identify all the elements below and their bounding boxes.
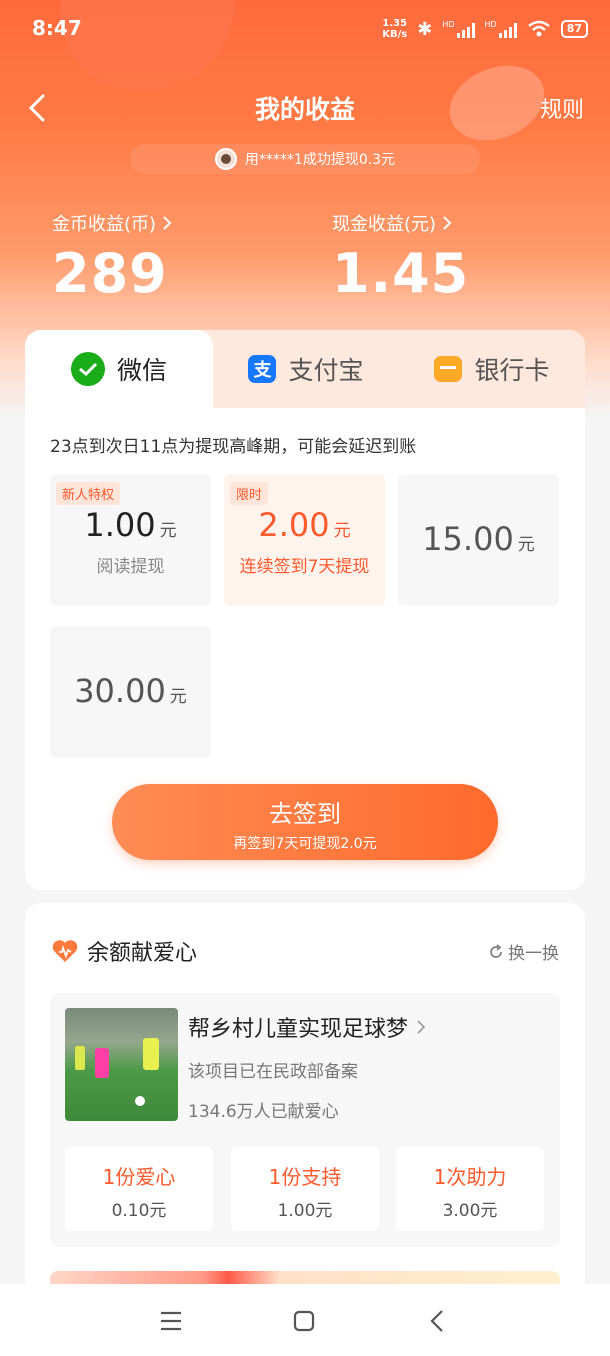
donate-option-3[interactable]: 1次助力 3.00元 [396,1147,544,1231]
header: 我的收益 规则 [0,88,610,128]
charity-title: 余额献爱心 [87,941,198,966]
chevron-right-icon [163,216,172,230]
status-bar: 8:47 1.35 KB/s ✱ HD HD 87 [30,14,588,46]
limited-badge: 限时 [230,482,269,505]
alipay-icon: 支 [248,355,277,383]
amount-option-2[interactable]: 限时 2.00 元 连续签到7天提现 [224,474,385,606]
cash-earnings-label: 现金收益(元) [332,214,437,235]
tab-alipay[interactable]: 支 支付宝 [213,330,399,408]
net-speed: 1.35 KB/s [382,18,408,40]
avatar [214,148,237,170]
status-icons: 1.35 KB/s ✱ HD HD 87 [382,18,588,40]
refresh-icon [490,943,502,958]
new-user-badge: 新人特权 [56,482,121,505]
page-title: 我的收益 [254,95,355,124]
wifi-icon [527,20,550,37]
charity-card: 余额献爱心 换一换 帮乡村儿童实现足球梦 该项目已在民政部备案 134.6万人已… [25,903,585,1303]
chevron-right-icon [443,216,452,230]
bluetooth-icon: ✱ [417,18,433,40]
home-button[interactable] [289,1306,319,1336]
signal-icon: HD [442,20,475,38]
project-name: 帮乡村儿童实现足球梦 [188,1011,426,1043]
payment-tabs: 微信 支 支付宝 银行卡 [25,330,585,408]
heart-icon [52,940,78,962]
donate-option-1[interactable]: 1份爱心 0.10元 [65,1147,213,1231]
coin-earnings[interactable]: 金币收益(币) 289 [52,210,172,305]
project-desc: 该项目已在民政部备案 [188,1062,358,1082]
cash-earnings-value: 1.45 [332,242,470,305]
cash-earnings[interactable]: 现金收益(元) 1.45 [332,210,469,305]
system-nav-bar [0,1284,610,1356]
withdraw-card: 微信 支 支付宝 银行卡 23点到次日11点为提现高峰期，可能会延迟到账 新人特… [25,330,585,890]
chevron-right-icon [417,1020,426,1034]
charity-project[interactable]: 帮乡村儿童实现足球梦 该项目已在民政部备案 134.6万人已献爱心 1份爱心 0… [50,993,560,1247]
charity-header: 余额献爱心 换一换 [51,935,559,969]
amount-option-4[interactable]: 30.00 元 [50,626,211,758]
withdraw-ticker: 用*****1成功提现0.3元 [130,144,480,174]
status-time: 8:47 [32,16,82,40]
chevron-left-icon [430,1310,443,1332]
amount-option-1[interactable]: 新人特权 1.00 元 阅读提现 [50,474,211,606]
tab-wechat[interactable]: 微信 [25,330,213,408]
donate-option-2[interactable]: 1份支持 1.00元 [231,1147,379,1231]
refresh-button[interactable]: 换一换 [488,939,559,964]
project-count: 134.6万人已献爱心 [188,1102,339,1122]
signal-icon: HD [485,20,517,38]
bank-card-icon [434,356,463,382]
wechat-icon [70,352,105,386]
withdraw-notice: 23点到次日11点为提现高峰期，可能会延迟到账 [50,437,417,457]
tab-bank-card[interactable]: 银行卡 [399,330,585,408]
back-nav-button[interactable] [422,1306,452,1336]
amount-option-3[interactable]: 15.00 元 [398,474,559,606]
coin-earnings-label: 金币收益(币) [52,214,157,235]
home-square-icon [293,1310,315,1332]
rules-link[interactable]: 规则 [540,92,584,124]
coin-earnings-value: 289 [52,242,168,305]
menu-button[interactable] [156,1306,186,1336]
ticker-text: 用*****1成功提现0.3元 [244,152,396,168]
menu-icon [161,1311,181,1331]
project-image [65,1008,178,1121]
check-in-button[interactable]: 去签到 再签到7天可提现2.0元 [112,784,498,860]
battery-icon: 87 [560,20,588,38]
